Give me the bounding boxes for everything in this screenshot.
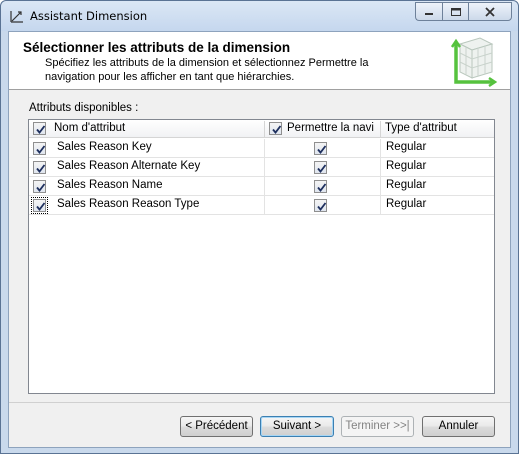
page-title: Sélectionner les attributs de la dimensi… [23, 40, 291, 55]
attribute-type[interactable]: Regular [386, 198, 426, 210]
column-header-browse[interactable]: Permettre la navi [287, 120, 379, 138]
attribute-type[interactable]: Regular [386, 160, 426, 172]
grid-header: Nom d'attribut Permettre la navi Type d'… [29, 120, 494, 138]
attribute-checkbox[interactable] [33, 180, 46, 193]
attribute-name: Sales Reason Alternate Key [57, 160, 201, 172]
finish-button[interactable]: Terminer >>| [341, 416, 414, 437]
attribute-name: Sales Reason Reason Type [57, 198, 200, 210]
browse-checkbox[interactable] [314, 180, 327, 193]
maximize-icon [450, 7, 461, 16]
attribute-type[interactable]: Regular [386, 141, 426, 153]
next-button[interactable]: Suivant > [260, 416, 334, 437]
minimize-button[interactable] [415, 2, 442, 21]
close-icon [485, 6, 495, 17]
checkmark-icon [272, 125, 282, 134]
browse-all-checkbox[interactable] [269, 122, 282, 135]
cell-divider [264, 158, 265, 177]
maximize-button[interactable] [442, 2, 468, 21]
select-all-checkbox[interactable] [33, 122, 46, 135]
cell-divider [380, 177, 381, 196]
window-title: Assistant Dimension [30, 9, 148, 23]
cell-divider [380, 139, 381, 158]
attribute-checkbox[interactable] [33, 199, 46, 212]
checkmark-icon [36, 183, 46, 192]
column-header-name[interactable]: Nom d'attribut [54, 120, 264, 138]
checkmark-icon [36, 125, 46, 134]
checkmark-icon [317, 145, 327, 154]
page-description: Spécifiez les attributs de la dimension … [45, 57, 369, 83]
cancel-button[interactable]: Annuler [422, 416, 495, 437]
table-row[interactable]: Sales Reason Name Regular [29, 177, 494, 196]
cell-divider [264, 177, 265, 196]
attribute-type[interactable]: Regular [386, 179, 426, 191]
minimize-icon [425, 12, 433, 15]
checkmark-icon [317, 183, 327, 192]
wizard-footer: < Précédent Suivant > Terminer >>| Annul… [9, 402, 510, 447]
checkmark-icon [317, 164, 327, 173]
column-divider[interactable] [380, 121, 381, 137]
browse-checkbox[interactable] [314, 199, 327, 212]
checkmark-icon [36, 145, 46, 154]
dimension-cube-icon [450, 37, 498, 88]
table-row[interactable]: Sales Reason Alternate Key Regular [29, 158, 494, 177]
checkmark-icon [317, 202, 327, 211]
wizard-client-area: Sélectionner les attributs de la dimensi… [8, 31, 511, 448]
attribute-checkbox[interactable] [33, 142, 46, 155]
table-row[interactable]: Sales Reason Reason Type Regular [29, 196, 494, 215]
attributes-grid: Nom d'attribut Permettre la navi Type d'… [28, 119, 495, 394]
cell-divider [380, 196, 381, 215]
table-row[interactable]: Sales Reason Key Regular [29, 139, 494, 158]
cell-divider [380, 158, 381, 177]
checkmark-icon [36, 164, 46, 173]
attribute-checkbox[interactable] [33, 161, 46, 174]
browse-checkbox[interactable] [314, 142, 327, 155]
column-divider[interactable] [264, 121, 265, 137]
dimension-wizard-icon [10, 11, 23, 23]
wizard-window: Assistant Dimension Sélectionner les att… [0, 0, 519, 454]
column-header-type[interactable]: Type d'attribut [385, 120, 493, 138]
wizard-header: Sélectionner les attributs de la dimensi… [9, 32, 510, 90]
title-bar[interactable]: Assistant Dimension [1, 1, 518, 31]
cell-divider [264, 196, 265, 215]
attribute-name: Sales Reason Name [57, 179, 163, 191]
available-attributes-label: Attributs disponibles : [29, 102, 139, 114]
browse-checkbox[interactable] [314, 161, 327, 174]
checkmark-icon [36, 202, 46, 211]
close-button[interactable] [468, 2, 512, 21]
cell-divider [264, 139, 265, 158]
back-button[interactable]: < Précédent [180, 416, 253, 437]
window-controls [415, 2, 512, 21]
attribute-name: Sales Reason Key [57, 141, 152, 153]
